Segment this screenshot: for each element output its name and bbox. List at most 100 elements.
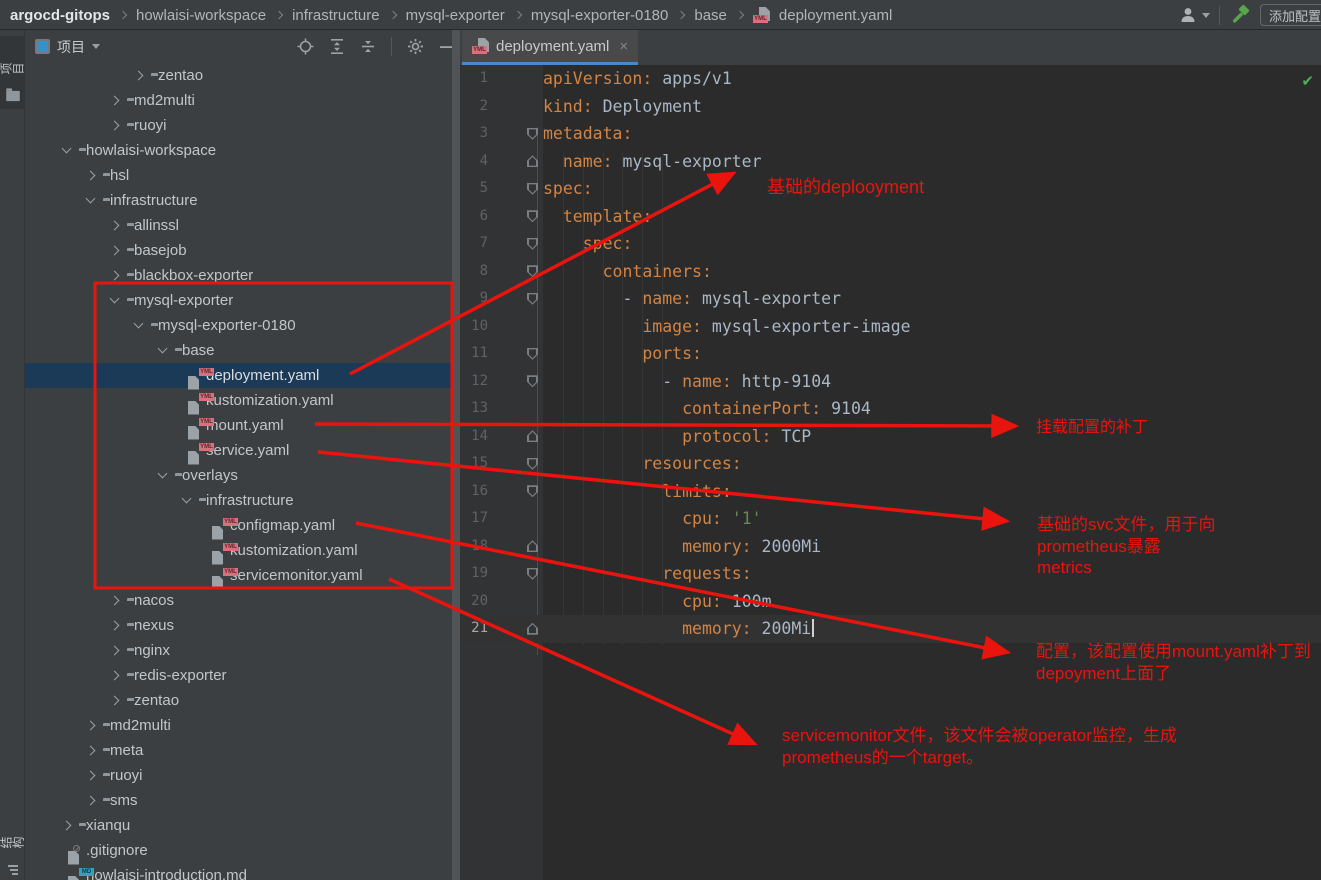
fold-expanded-icon[interactable] [527, 128, 538, 140]
chevron-down-icon[interactable] [92, 44, 100, 49]
chevron-right-icon[interactable] [107, 218, 123, 234]
breadcrumb-item[interactable]: howlaisi-workspace [136, 7, 266, 24]
tree-folder-blackbox-exporter[interactable]: blackbox-exporter [25, 263, 452, 288]
tree-folder-mysql-exporter-0180[interactable]: mysql-exporter-0180 [25, 313, 452, 338]
chevron-right-icon[interactable] [107, 618, 123, 634]
hide-panel-icon[interactable] [439, 40, 452, 54]
tree-file-deployment-yaml[interactable]: YMLdeployment.yaml [25, 363, 452, 388]
tree-folder-redis-exporter[interactable]: redis-exporter [25, 663, 452, 688]
tree-folder-ruoyi[interactable]: ruoyi [25, 113, 452, 138]
project-panel-title[interactable]: 项目 [57, 37, 85, 57]
fold-expanded-icon[interactable] [527, 183, 538, 195]
tree-folder-hsl[interactable]: hsl [25, 163, 452, 188]
tree-folder-overlays[interactable]: overlays [25, 463, 452, 488]
fold-expanded-icon[interactable] [527, 265, 538, 277]
build-hammer-icon[interactable] [1229, 4, 1251, 26]
code-token [543, 344, 642, 363]
chevron-right-icon[interactable] [83, 718, 99, 734]
tree-file-kustomization-yaml[interactable]: YMLkustomization.yaml [25, 388, 452, 413]
breadcrumb-item[interactable]: mysql-exporter [406, 7, 505, 24]
chevron-down-icon[interactable] [155, 468, 171, 484]
fold-expanded-icon[interactable] [527, 348, 538, 360]
chevron-right-icon[interactable] [83, 743, 99, 759]
tool-stripe-project[interactable]: 项目 [0, 36, 25, 109]
chevron-right-icon[interactable] [107, 668, 123, 684]
tree-folder-ruoyi[interactable]: ruoyi [25, 763, 452, 788]
tree-file-configmap-yaml[interactable]: YMLconfigmap.yaml [25, 513, 452, 538]
chevron-right-icon[interactable] [107, 243, 123, 259]
chevron-right-icon[interactable] [107, 593, 123, 609]
settings-gear-icon[interactable] [407, 38, 424, 55]
breadcrumb-item[interactable]: argocd-gitops [10, 7, 110, 24]
tab-deployment-yaml[interactable]: YML deployment.yaml × [462, 30, 638, 65]
tree-file--gitignore[interactable]: .gitignore [25, 838, 452, 863]
fold-end-icon[interactable] [527, 623, 538, 635]
chevron-right-icon[interactable] [107, 118, 123, 134]
tree-file-howlaisi-introduction-md[interactable]: MDhowlaisi-introduction.md [25, 863, 452, 880]
tree-folder-md2multi[interactable]: md2multi [25, 88, 452, 113]
tree-file-kustomization-yaml[interactable]: YMLkustomization.yaml [25, 538, 452, 563]
project-scrollbar[interactable] [452, 30, 460, 880]
fold-expanded-icon[interactable] [527, 568, 538, 580]
fold-end-icon[interactable] [527, 540, 538, 552]
chevron-right-icon[interactable] [131, 68, 147, 84]
tree-folder-mysql-exporter[interactable]: mysql-exporter [25, 288, 452, 313]
breadcrumb-item[interactable]: base [694, 7, 727, 24]
tree-file-service-yaml[interactable]: YMLservice.yaml [25, 438, 452, 463]
chevron-right-icon[interactable] [83, 168, 99, 184]
chevron-right-icon[interactable] [83, 793, 99, 809]
chevron-down-icon[interactable] [107, 293, 123, 309]
tree-item-label: mysql-exporter [134, 292, 233, 309]
add-configuration-button[interactable]: 添加配置 [1260, 4, 1321, 26]
chevron-right-icon[interactable] [107, 268, 123, 284]
code-editor[interactable]: 1apiVersion: apps/v12kind: Deployment3me… [460, 65, 1321, 880]
tree-folder-infrastructure[interactable]: infrastructure [25, 188, 452, 213]
tree-folder-infrastructure[interactable]: infrastructure [25, 488, 452, 513]
fold-expanded-icon[interactable] [527, 485, 538, 497]
chevron-down-icon[interactable] [83, 193, 99, 209]
chevron-down-icon[interactable] [155, 343, 171, 359]
breadcrumb-item[interactable]: infrastructure [292, 7, 380, 24]
chevron-right-icon[interactable] [83, 768, 99, 784]
tree-file-servicemonitor-yaml[interactable]: YMLservicemonitor.yaml [25, 563, 452, 588]
chevron-down-icon[interactable] [179, 493, 195, 509]
chevron-right-icon[interactable] [107, 643, 123, 659]
expand-all-icon[interactable] [329, 38, 345, 55]
fold-expanded-icon[interactable] [527, 375, 538, 387]
tree-folder-zentao[interactable]: zentao [25, 688, 452, 713]
fold-expanded-icon[interactable] [527, 458, 538, 470]
tree-folder-zentao[interactable]: zentao [25, 63, 452, 88]
tree-folder-xianqu[interactable]: xianqu [25, 813, 452, 838]
fold-end-icon[interactable] [527, 430, 538, 442]
chevron-right-icon[interactable] [107, 693, 123, 709]
user-account-menu[interactable] [1178, 5, 1210, 25]
tree-folder-md2multi[interactable]: md2multi [25, 713, 452, 738]
close-tab-icon[interactable]: × [619, 38, 628, 55]
chevron-right-icon[interactable] [59, 818, 75, 834]
tree-folder-base[interactable]: base [25, 338, 452, 363]
collapse-all-icon[interactable] [360, 38, 376, 55]
tree-folder-allinssl[interactable]: allinssl [25, 213, 452, 238]
tree-file-mount-yaml[interactable]: YMLmount.yaml [25, 413, 452, 438]
tree-item-label: kustomization.yaml [230, 542, 358, 559]
tool-stripe-structure[interactable]: 结构 [0, 816, 25, 876]
yml-badge: YML [753, 15, 768, 23]
fold-expanded-icon[interactable] [527, 293, 538, 305]
locate-icon[interactable] [297, 38, 314, 55]
tree-folder-nginx[interactable]: nginx [25, 638, 452, 663]
breadcrumb-item[interactable]: deployment.yaml [779, 7, 892, 24]
fold-expanded-icon[interactable] [527, 238, 538, 250]
tree-folder-nacos[interactable]: nacos [25, 588, 452, 613]
tree-folder-basejob[interactable]: basejob [25, 238, 452, 263]
chevron-down-icon[interactable] [59, 143, 75, 159]
tree-folder-sms[interactable]: sms [25, 788, 452, 813]
breadcrumb-item[interactable]: mysql-exporter-0180 [531, 7, 669, 24]
tree-folder-nexus[interactable]: nexus [25, 613, 452, 638]
chevron-down-icon[interactable] [131, 318, 147, 334]
fold-expanded-icon[interactable] [527, 210, 538, 222]
fold-end-icon[interactable] [527, 155, 538, 167]
fold-zone [494, 450, 543, 478]
tree-folder-howlaisi-workspace[interactable]: howlaisi-workspace [25, 138, 452, 163]
tree-folder-meta[interactable]: meta [25, 738, 452, 763]
chevron-right-icon[interactable] [107, 93, 123, 109]
